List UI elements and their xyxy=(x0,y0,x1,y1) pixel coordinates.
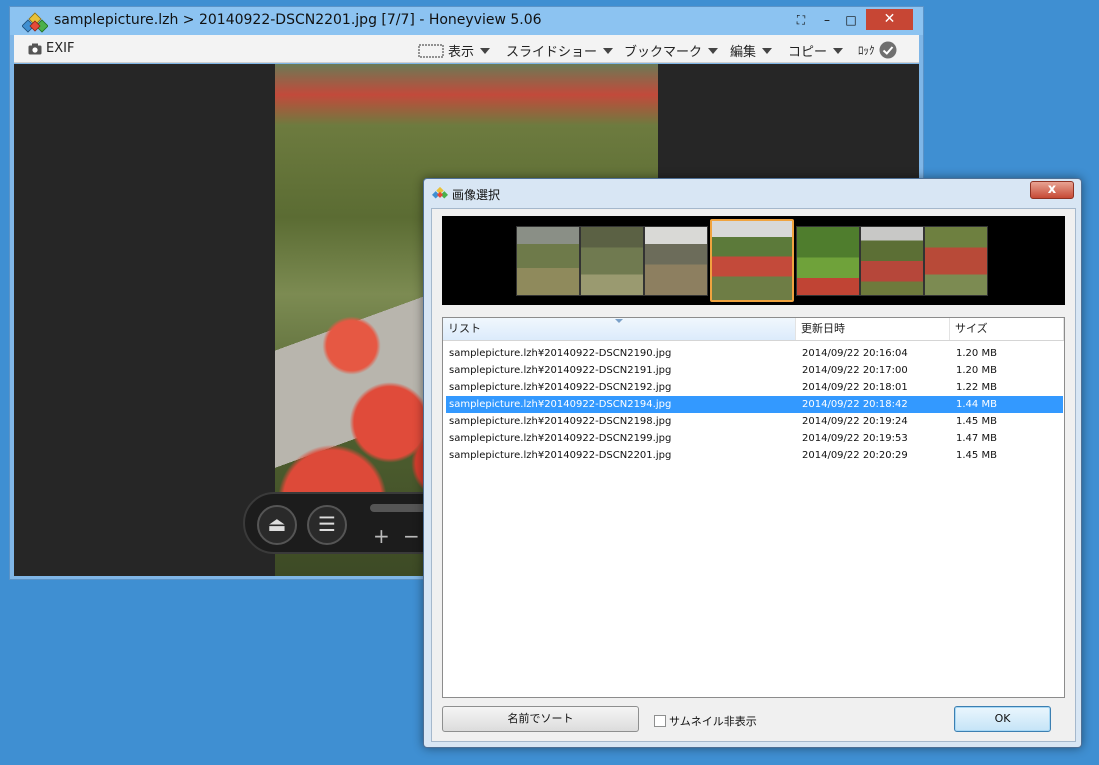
bookmark-label: ブックマーク xyxy=(624,45,703,60)
menu-button[interactable]: ☰ xyxy=(307,505,347,545)
checkbox-box[interactable] xyxy=(654,715,666,727)
table-row[interactable]: samplepicture.lzh¥20140922-DSCN2191.jpg 2… xyxy=(446,362,1063,379)
copy-menu[interactable]: コピー xyxy=(788,41,844,60)
edit-menu[interactable]: 編集 xyxy=(730,41,773,60)
table-row[interactable]: samplepicture.lzh¥20140922-DSCN2199.jpg 2… xyxy=(446,430,1063,447)
thumbnail[interactable] xyxy=(796,226,860,296)
thumbnail[interactable] xyxy=(860,226,924,296)
copy-label: コピー xyxy=(788,45,828,60)
maximize-button[interactable]: □ xyxy=(838,10,864,30)
lock-label: ﾛｯｸ xyxy=(858,44,875,57)
cell-name: samplepicture.lzh¥20140922-DSCN2199.jpg xyxy=(449,433,672,444)
cell-size: 1.47 MB xyxy=(956,433,997,444)
column-header-modified[interactable]: 更新日時 xyxy=(796,318,950,340)
dialog-title: 画像選択 xyxy=(452,188,501,202)
thumbnail[interactable] xyxy=(924,226,988,296)
sort-indicator-icon xyxy=(615,319,623,323)
hide-thumbnails-label: サムネイル非表示 xyxy=(669,715,757,728)
ok-button[interactable]: OK xyxy=(954,706,1051,732)
lock-toggle[interactable]: ﾛｯｸ xyxy=(858,41,897,59)
toolbar: EXIF 表示 スライドショー ブックマーク 編集 コピー ﾛｯｸ xyxy=(14,35,919,63)
slideshow-label: スライドショー xyxy=(506,45,598,60)
cell-date: 2014/09/22 20:18:42 xyxy=(802,399,908,410)
honeyview-logo-icon xyxy=(432,186,448,199)
eject-button[interactable]: ⏏ xyxy=(257,505,297,545)
bookmark-menu[interactable]: ブックマーク xyxy=(624,41,719,60)
zoom-in-button[interactable]: + xyxy=(373,524,390,548)
cell-date: 2014/09/22 20:17:00 xyxy=(802,365,908,376)
table-row[interactable]: samplepicture.lzh¥20140922-DSCN2201.jpg 2… xyxy=(446,447,1063,464)
dialog-body: リスト 更新日時 サイズ samplepicture.lzh¥20140922-… xyxy=(431,208,1076,742)
honeyview-logo-icon xyxy=(22,12,48,33)
camera-icon xyxy=(28,43,42,54)
table-row[interactable]: samplepicture.lzh¥20140922-DSCN2194.jpg 2… xyxy=(446,396,1063,413)
sort-by-name-button[interactable]: 名前でソート xyxy=(442,706,639,732)
chevron-down-icon xyxy=(762,47,773,54)
view-icon xyxy=(418,43,444,58)
thumbnail[interactable] xyxy=(580,226,644,296)
title-bar[interactable]: samplepicture.lzh > 20140922-DSCN2201.jp… xyxy=(10,7,923,35)
cell-size: 1.44 MB xyxy=(956,399,997,410)
playback-controls: ⏏ ☰ + − xyxy=(243,492,453,554)
image-select-dialog: 画像選択 x リスト 更新日時 サイズ samplepicture.lzh¥20… xyxy=(423,178,1082,748)
thumbnail-selected[interactable] xyxy=(710,219,794,302)
thumbnail-strip[interactable] xyxy=(442,216,1065,305)
minimize-button[interactable]: – xyxy=(814,10,840,30)
chevron-down-icon xyxy=(833,47,844,54)
list-header: リスト 更新日時 サイズ xyxy=(443,318,1064,341)
slideshow-menu[interactable]: スライドショー xyxy=(506,41,614,60)
table-row[interactable]: samplepicture.lzh¥20140922-DSCN2198.jpg 2… xyxy=(446,413,1063,430)
dialog-close-button[interactable]: x xyxy=(1030,181,1074,199)
cell-date: 2014/09/22 20:19:53 xyxy=(802,433,908,444)
cell-date: 2014/09/22 20:19:24 xyxy=(802,416,908,427)
cell-name: samplepicture.lzh¥20140922-DSCN2191.jpg xyxy=(449,365,672,376)
chevron-down-icon xyxy=(708,47,719,54)
edit-label: 編集 xyxy=(730,45,757,60)
column-header-size[interactable]: サイズ xyxy=(950,318,1064,340)
check-icon xyxy=(879,41,896,59)
cell-date: 2014/09/22 20:18:01 xyxy=(802,382,908,393)
cell-size: 1.45 MB xyxy=(956,450,997,461)
cell-size: 1.45 MB xyxy=(956,416,997,427)
table-row[interactable]: samplepicture.lzh¥20140922-DSCN2192.jpg 2… xyxy=(446,379,1063,396)
cell-name: samplepicture.lzh¥20140922-DSCN2201.jpg xyxy=(449,450,672,461)
hide-thumbnails-checkbox[interactable]: サムネイル非表示 xyxy=(654,713,757,729)
chevron-down-icon xyxy=(480,47,491,54)
thumbnail[interactable] xyxy=(516,226,580,296)
window-title: samplepicture.lzh > 20140922-DSCN2201.jp… xyxy=(54,12,542,28)
cell-size: 1.20 MB xyxy=(956,365,997,376)
cell-size: 1.20 MB xyxy=(956,348,997,359)
dialog-title-bar[interactable]: 画像選択 x xyxy=(424,179,1081,207)
cell-name: samplepicture.lzh¥20140922-DSCN2190.jpg xyxy=(449,348,672,359)
cell-size: 1.22 MB xyxy=(956,382,997,393)
cell-name: samplepicture.lzh¥20140922-DSCN2192.jpg xyxy=(449,382,672,393)
exif-button[interactable]: EXIF xyxy=(28,41,74,56)
cell-date: 2014/09/22 20:16:04 xyxy=(802,348,908,359)
cell-date: 2014/09/22 20:20:29 xyxy=(802,450,908,461)
view-menu[interactable]: 表示 xyxy=(418,41,491,60)
zoom-out-button[interactable]: − xyxy=(403,524,420,548)
cell-name: samplepicture.lzh¥20140922-DSCN2194.jpg xyxy=(449,399,672,410)
cell-name: samplepicture.lzh¥20140922-DSCN2198.jpg xyxy=(449,416,672,427)
fullscreen-button[interactable]: ⛶ xyxy=(788,10,814,30)
file-list[interactable]: リスト 更新日時 サイズ samplepicture.lzh¥20140922-… xyxy=(442,317,1065,698)
exif-label: EXIF xyxy=(46,41,75,56)
close-button[interactable]: ✕ xyxy=(866,9,913,30)
table-row[interactable]: samplepicture.lzh¥20140922-DSCN2190.jpg 2… xyxy=(446,345,1063,362)
view-label: 表示 xyxy=(448,45,475,60)
thumbnail[interactable] xyxy=(644,226,708,296)
chevron-down-icon xyxy=(603,47,614,54)
